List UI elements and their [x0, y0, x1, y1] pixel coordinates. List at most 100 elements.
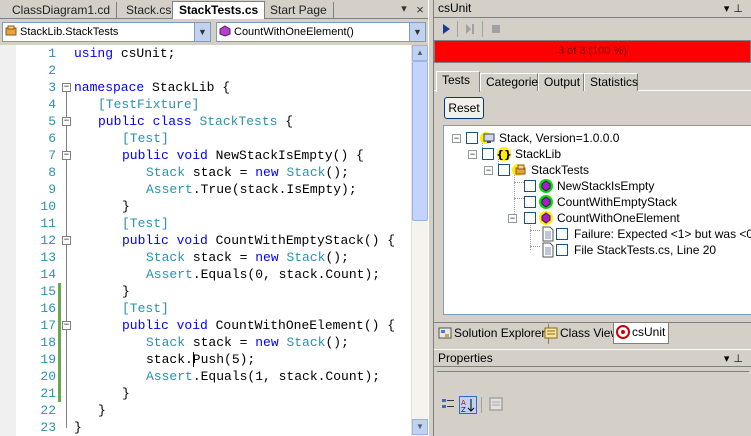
code-line: 12− public void CountWithEmptyStack() { — [40, 233, 396, 248]
object-selector[interactable] — [437, 371, 749, 391]
close-document-icon[interactable]: × — [414, 3, 426, 16]
tree-node-file[interactable]: File StackTests.cs, Line 20 — [540, 242, 751, 258]
code-line: 15} — [40, 284, 130, 299]
node-checkbox[interactable] — [482, 148, 494, 160]
progress-text: 3 of 3 (100 %) — [557, 45, 628, 57]
collapse-icon[interactable]: − — [484, 166, 493, 175]
code-editor: ClassDiagram1.cd Stack.cs StackTests.cs … — [0, 0, 430, 436]
tree-connector — [530, 246, 540, 247]
tab-list-dropdown-icon[interactable]: ▾ — [398, 3, 410, 16]
navigation-bar: StackLib.StackTests ▼ CountWithOneElemen… — [0, 19, 430, 45]
method-icon — [219, 25, 231, 37]
toolbar-separator — [482, 21, 483, 37]
window-position-icon[interactable]: ▾ — [724, 3, 734, 15]
node-checkbox[interactable] — [524, 180, 536, 192]
code-line: 13 Stack stack = new Stack(); — [40, 250, 349, 265]
window-position-icon[interactable]: ▾ — [724, 353, 734, 365]
namespace-icon: {} — [496, 146, 512, 162]
property-pages-icon[interactable] — [487, 396, 505, 414]
test-progress-bar: 3 of 3 (100 %) — [434, 40, 751, 63]
member-combo[interactable]: CountWithOneElement() ▼ — [216, 22, 426, 42]
vertical-scrollbar[interactable]: ▲ ▼ — [411, 45, 428, 436]
tab-solution-explorer[interactable]: Solution Explorer — [436, 324, 550, 344]
tree-node-namespace[interactable]: − {} StackLib — [468, 146, 748, 162]
tab-stack-cs[interactable]: Stack.cs — [120, 2, 179, 19]
step-icon[interactable] — [462, 21, 478, 37]
tool-window-tabs: Solution Explorer Class View csUnit — [434, 322, 751, 344]
collapse-icon[interactable]: − — [62, 236, 71, 245]
node-checkbox[interactable] — [524, 196, 536, 208]
node-checkbox[interactable] — [524, 212, 536, 224]
chevron-down-icon[interactable]: ▼ — [409, 23, 425, 41]
tree-node-test[interactable]: NewStackIsEmpty — [524, 178, 744, 194]
node-checkbox[interactable] — [556, 244, 568, 256]
member-combo-value: CountWithOneElement() — [234, 26, 354, 38]
tests-pane: Reset − Stack, Version=1.0.0.0 − {} Stac… — [434, 91, 751, 321]
code-line: 20 Assert.Equals(1, stack.Count); — [40, 369, 381, 384]
tree-connector — [514, 198, 524, 199]
tab-categories[interactable]: Categories — [480, 73, 544, 91]
node-checkbox[interactable] — [498, 164, 510, 176]
collapse-icon[interactable]: − — [468, 150, 477, 159]
text-caret — [193, 352, 194, 367]
code-line: 8 Stack stack = new Stack(); — [48, 165, 349, 180]
collapse-icon[interactable]: − — [452, 134, 461, 143]
tree-node-failure[interactable]: Failure: Expected <1> but was <0>. — [540, 226, 751, 242]
code-line: 21} — [40, 386, 130, 401]
class-icon — [512, 162, 528, 178]
code-line: 16 [Test] — [40, 301, 169, 316]
scroll-up-icon[interactable]: ▲ — [412, 45, 428, 61]
type-combo-value: StackLib.StackTests — [20, 26, 119, 38]
collapse-icon[interactable]: − — [62, 151, 71, 160]
chevron-down-icon[interactable]: ▼ — [194, 23, 210, 41]
code-line: 1 using csUnit; — [48, 46, 176, 61]
node-checkbox[interactable] — [556, 228, 568, 240]
document-icon — [540, 226, 556, 242]
tab-start-page[interactable]: Start Page — [264, 2, 334, 19]
assembly-icon — [480, 130, 496, 146]
tree-node-assembly[interactable]: − Stack, Version=1.0.0.0 — [452, 130, 751, 146]
reset-button[interactable]: Reset — [444, 97, 484, 119]
test-tree[interactable]: − Stack, Version=1.0.0.0 − {} StackLib − — [443, 125, 751, 315]
tree-node-fixture[interactable]: − StackTests — [484, 162, 744, 178]
collapse-icon[interactable]: − — [62, 83, 71, 92]
csunit-toolbar — [434, 18, 751, 40]
pin-icon[interactable]: ⊥ — [733, 3, 747, 15]
code-line: 22} — [40, 403, 106, 418]
code-area[interactable]: 1 using csUnit; 2 3− namespace StackLib { … — [0, 45, 411, 436]
collapse-icon[interactable]: − — [62, 117, 71, 126]
failed-method-icon — [538, 210, 554, 226]
tab-classdiagram[interactable]: ClassDiagram1.cd — [6, 2, 118, 19]
collapse-icon[interactable]: − — [62, 321, 71, 330]
tree-connector — [530, 230, 540, 231]
code-line: 9 Assert.True(stack.IsEmpty); — [48, 182, 357, 197]
document-icon — [540, 242, 556, 258]
type-combo[interactable]: StackLib.StackTests ▼ — [2, 22, 211, 42]
categorized-icon[interactable] — [439, 396, 457, 414]
scroll-thumb[interactable] — [412, 61, 428, 221]
stop-icon[interactable] — [488, 21, 504, 37]
pin-icon[interactable]: ⊥ — [733, 353, 747, 365]
tree-node-test[interactable]: CountWithEmptyStack — [524, 194, 744, 210]
code-line: 5− public class StackTests { — [48, 114, 294, 129]
solution-explorer-icon — [438, 326, 452, 340]
csunit-icon — [616, 325, 630, 339]
passed-method-icon — [538, 178, 554, 194]
scroll-down-icon[interactable]: ▼ — [412, 419, 428, 435]
node-checkbox[interactable] — [466, 132, 478, 144]
code-line: 18 Stack stack = new Stack(); — [40, 335, 349, 350]
tab-output[interactable]: Output — [538, 73, 584, 91]
code-line: 4 [TestFixture] — [48, 97, 200, 112]
class-icon — [5, 25, 17, 37]
tab-csunit[interactable]: csUnit — [613, 323, 670, 344]
collapse-icon[interactable]: − — [508, 214, 517, 223]
play-icon[interactable] — [438, 21, 454, 37]
tab-statistics[interactable]: Statistics — [584, 73, 638, 91]
tab-tests[interactable]: Tests — [436, 71, 480, 92]
code-line: 6 [Test] — [48, 131, 169, 146]
tree-node-test-failed[interactable]: − CountWithOneElement — [508, 210, 748, 226]
alphabetical-icon[interactable]: AZ — [459, 396, 477, 414]
tab-class-view[interactable]: Class View — [542, 324, 624, 344]
tree-connector — [514, 172, 515, 214]
tab-stacktests-cs[interactable]: StackTests.cs — [172, 1, 266, 20]
